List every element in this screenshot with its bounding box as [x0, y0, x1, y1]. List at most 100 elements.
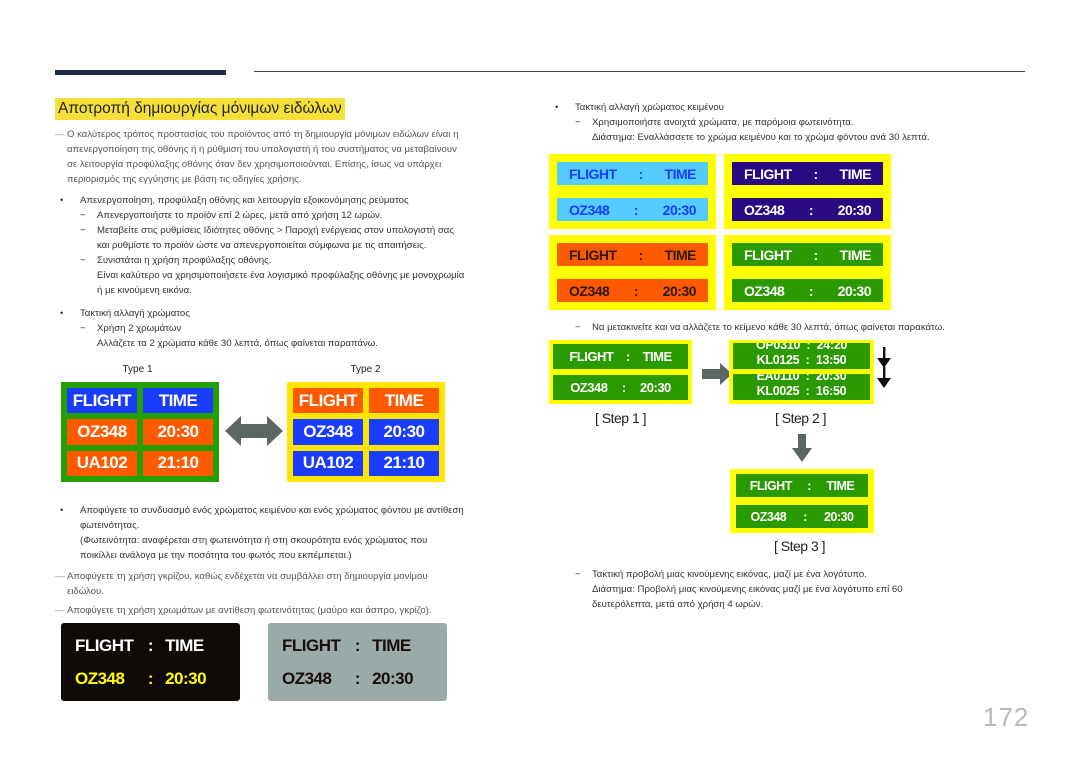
- row-label-right: TIME: [839, 165, 872, 182]
- contrast-example-gray: FLIGHT: TIME OZ348:20:30: [268, 623, 447, 701]
- board-cell: OZ348: [67, 419, 137, 445]
- display-row-data: OZ348: 20:30: [557, 279, 708, 302]
- sub-item-line: Διάστημα: Προβολή μιας κινούμενης εικόνα…: [592, 584, 903, 595]
- board-cell: UA102: [67, 450, 137, 476]
- dash-icon: −: [575, 117, 581, 128]
- display-row-data: OZ348: 20:30: [732, 279, 883, 302]
- row-label-left: FLIGHT: [569, 246, 617, 263]
- arrow-down-icon: [877, 367, 891, 388]
- bullet-title: Τακτική αλλαγή χρώματος κειμένου: [575, 102, 724, 113]
- row-label-right: TIME: [165, 635, 204, 655]
- row-label-left: OZ348: [569, 282, 610, 299]
- board-cell: TIME: [143, 388, 213, 414]
- contrast-example-black: FLIGHT: TIME OZ348:20:30: [61, 623, 240, 701]
- note-avoid-gray: — Αποφύγετε τη χρήση γκρίζου, καθώς ενδέ…: [55, 569, 535, 599]
- intro-line: Ο καλύτερος τρόπος προστασίας του προϊόν…: [67, 129, 459, 140]
- step3-display: FLIGHT : TIME OZ348 : 20:30: [730, 469, 874, 533]
- note-mark-icon: —: [55, 129, 65, 140]
- note-line: Αποφύγετε τη χρήση γκρίζου, καθώς ενδέχε…: [67, 571, 428, 582]
- row-label-right: TIME: [664, 246, 697, 263]
- note-mark-icon: —: [55, 571, 65, 582]
- display-row-header: FLIGHT: TIME: [732, 162, 883, 185]
- dash-icon: −: [80, 323, 86, 334]
- type1-board: FLIGHT TIME OZ348 20:30 UA102 21:10: [61, 382, 219, 482]
- sub-item-line: Διάστημα: Εναλλάσσετε το χρώμα κειμένου …: [592, 132, 930, 143]
- contrast-row-data: OZ348:20:30: [75, 669, 226, 689]
- row-label-left: FLIGHT: [744, 246, 792, 263]
- sub-item-line: δευτερόλεπτα, μετά από χρήση 4 ωρών.: [592, 599, 764, 610]
- row-label-left: OZ348: [569, 201, 610, 218]
- sub-item-line: Χρησιμοποιήστε ανοιχτά χρώματα, με παρόμ…: [592, 117, 854, 128]
- dash-icon: −: [575, 322, 581, 333]
- sub-item-move-text: − Να μετακινείτε και να αλλάζετε το κείμ…: [575, 320, 1035, 335]
- bullet-line: (Φωτεινότητα: αναφέρεται στη φωτεινότητα…: [80, 535, 428, 546]
- row-label-left: OZ348: [282, 668, 332, 688]
- scroll-line: KL0125 : 13:50: [756, 353, 847, 367]
- swap-arrow-icon: [225, 416, 283, 446]
- scroll-line: EA0110 : 20:30: [756, 374, 847, 383]
- row-label-right: 20:30: [837, 282, 872, 299]
- sub-item-line: και ρυθμίστε το προϊόν ώστε να απενεργοπ…: [97, 240, 427, 251]
- row-label-left: FLIGHT: [569, 165, 617, 182]
- bullet-title: Απενεργοποίηση, προφύλαξη οθόνης και λει…: [80, 195, 409, 206]
- row-label-left: OZ348: [744, 201, 785, 218]
- header-bar-thick: [55, 70, 226, 75]
- sub-item-line: Συνιστάται η χρήση προφύλαξης οθόνης.: [97, 255, 272, 266]
- row-label-left: OZ348: [744, 282, 785, 299]
- sub-item-line: Να μετακινείτε και να αλλάζετε το κείμεν…: [592, 322, 945, 333]
- contrast-row-header: FLIGHT: TIME: [282, 636, 433, 656]
- contrast-row-data: OZ348:20:30: [282, 669, 433, 689]
- label-time: TIME: [642, 349, 673, 364]
- label-time: TIME: [826, 478, 855, 493]
- board-cell: UA102: [293, 450, 363, 476]
- separator: :: [354, 635, 361, 655]
- bullet-dot-icon: •: [555, 102, 559, 113]
- sub-item-moving-image: − Τακτική προβολή μιας κινούμενης εικόνα…: [575, 567, 1035, 612]
- separator: :: [354, 668, 361, 688]
- type2-board: FLIGHT TIME OZ348 20:30 UA102 21:10: [287, 382, 445, 482]
- note-avoid-bw: — Αποφύγετε τη χρήση χρωμάτων με αντίθεσ…: [55, 603, 535, 618]
- separator: :: [813, 165, 818, 182]
- row-label-right: 20:30: [662, 282, 697, 299]
- note-mark-icon: —: [55, 605, 65, 616]
- row-label-right: 20:30: [165, 668, 207, 688]
- intro-line: περιορισμός της εγγύησης με βάση τις οδη…: [67, 174, 302, 185]
- row-label-left: FLIGHT: [282, 635, 341, 655]
- separator: :: [626, 349, 630, 364]
- bullet-title: Τακτική αλλαγή χρώματος: [80, 308, 190, 319]
- step3-label: [ Step 3 ]: [774, 538, 826, 554]
- bullet-line: ποικίλλει ανάλογα με την ποσότητα του φω…: [80, 550, 352, 561]
- separator: :: [147, 668, 154, 688]
- dash-icon: −: [80, 210, 86, 221]
- arrow-right-icon: [702, 363, 732, 385]
- dash-icon: −: [80, 225, 86, 236]
- separator: :: [808, 201, 814, 218]
- display-row-header: FLIGHT: TIME: [557, 162, 708, 185]
- board-cell: 20:30: [143, 419, 213, 445]
- flight-code: OZ348: [750, 509, 787, 524]
- board-cell: 20:30: [369, 419, 439, 445]
- sub-item-line: ή με κινούμενη εικόνα.: [97, 285, 192, 296]
- type1-caption: Type 1: [122, 364, 153, 375]
- step3-row-header: FLIGHT : TIME: [736, 474, 868, 497]
- board-cell: TIME: [369, 388, 439, 414]
- sub-item: − Μεταβείτε στις ρυθμίσεις Ιδιότητες οθό…: [80, 223, 540, 253]
- bullet-color-change: • Τακτική αλλαγή χρώματος − Χρήση 2 χρωμ…: [60, 306, 540, 351]
- dash-icon: −: [575, 569, 581, 580]
- color-display-green: FLIGHT: TIME OZ348: 20:30: [724, 235, 891, 310]
- sub-item-line: Είναι καλύτερο να χρησιμοποιήσετε ένα λο…: [97, 270, 465, 281]
- step2-scroll-box-1: OP0310 : 24:20 KL0125 : 13:50: [733, 343, 870, 369]
- row-label-right: 20:30: [372, 668, 414, 688]
- board-cell: 21:10: [143, 450, 213, 476]
- note-line: ειδώλου.: [67, 586, 104, 597]
- flight-time: 20:30: [640, 380, 671, 395]
- separator: :: [803, 509, 807, 524]
- label-flight: FLIGHT: [749, 478, 793, 493]
- separator: :: [638, 246, 643, 263]
- bullet-dot-icon: •: [60, 505, 64, 516]
- step2-label: [ Step 2 ]: [775, 410, 827, 426]
- separator: :: [633, 201, 639, 218]
- row-label-left: FLIGHT: [744, 165, 792, 182]
- header-rule: [254, 71, 1025, 72]
- board-cell: FLIGHT: [67, 388, 137, 414]
